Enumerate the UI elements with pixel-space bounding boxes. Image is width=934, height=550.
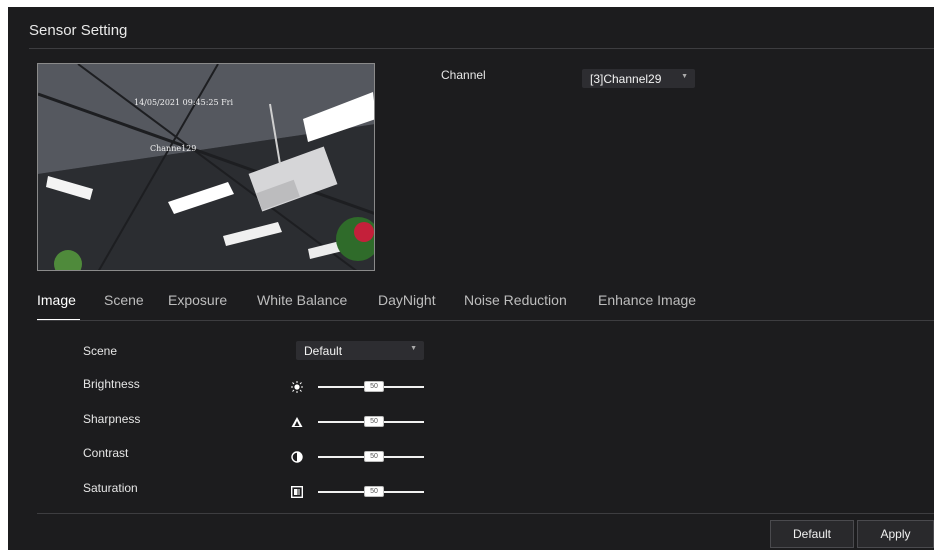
contrast-slider-thumb[interactable]: 50 (364, 451, 384, 462)
scene-select[interactable]: Default ▼ (296, 341, 424, 360)
channel-select-value: [3]Channel29 (590, 72, 662, 86)
tab-image[interactable]: Image (37, 292, 76, 308)
apply-button[interactable]: Apply (857, 520, 934, 548)
osd-timestamp: 14/05/2021 09:45:25 Fri (134, 98, 234, 107)
scene-label: Scene (83, 344, 118, 358)
saturation-icon (291, 486, 303, 498)
sharpness-label: Sharpness (83, 412, 141, 426)
triangle-icon (291, 417, 303, 427)
default-button[interactable]: Default (770, 520, 854, 548)
channel-select[interactable]: [3]Channel29 ▼ (582, 69, 695, 88)
page-title: Sensor Setting (29, 22, 128, 39)
tab-scene[interactable]: Scene (104, 292, 144, 308)
brightness-slider-thumb[interactable]: 50 (364, 381, 384, 392)
channel-label: Channel (441, 68, 486, 82)
footer-divider (37, 513, 934, 514)
tab-white-balance[interactable]: White Balance (257, 292, 347, 308)
tabs-divider (37, 320, 934, 321)
sharpness-slider-thumb[interactable]: 50 (364, 416, 384, 427)
camera-preview: 14/05/2021 09:45:25 Fri Channe129 (37, 63, 375, 271)
tab-daynight[interactable]: DayNight (378, 292, 436, 308)
sun-icon (291, 381, 303, 393)
tab-exposure[interactable]: Exposure (168, 292, 227, 308)
osd-channel-name: Channe129 (150, 144, 197, 153)
tab-noise-reduction[interactable]: Noise Reduction (464, 292, 567, 308)
camera-scene-image (38, 64, 374, 270)
chevron-down-icon: ▼ (681, 73, 688, 80)
brightness-label: Brightness (83, 377, 140, 391)
chevron-down-icon: ▼ (410, 345, 417, 352)
tab-enhance-image[interactable]: Enhance Image (598, 292, 696, 308)
title-divider (29, 48, 934, 49)
saturation-slider-thumb[interactable]: 50 (364, 486, 384, 497)
saturation-label: Saturation (83, 481, 138, 495)
scene-select-value: Default (304, 344, 343, 358)
contrast-icon (291, 451, 303, 463)
contrast-label: Contrast (83, 446, 129, 460)
